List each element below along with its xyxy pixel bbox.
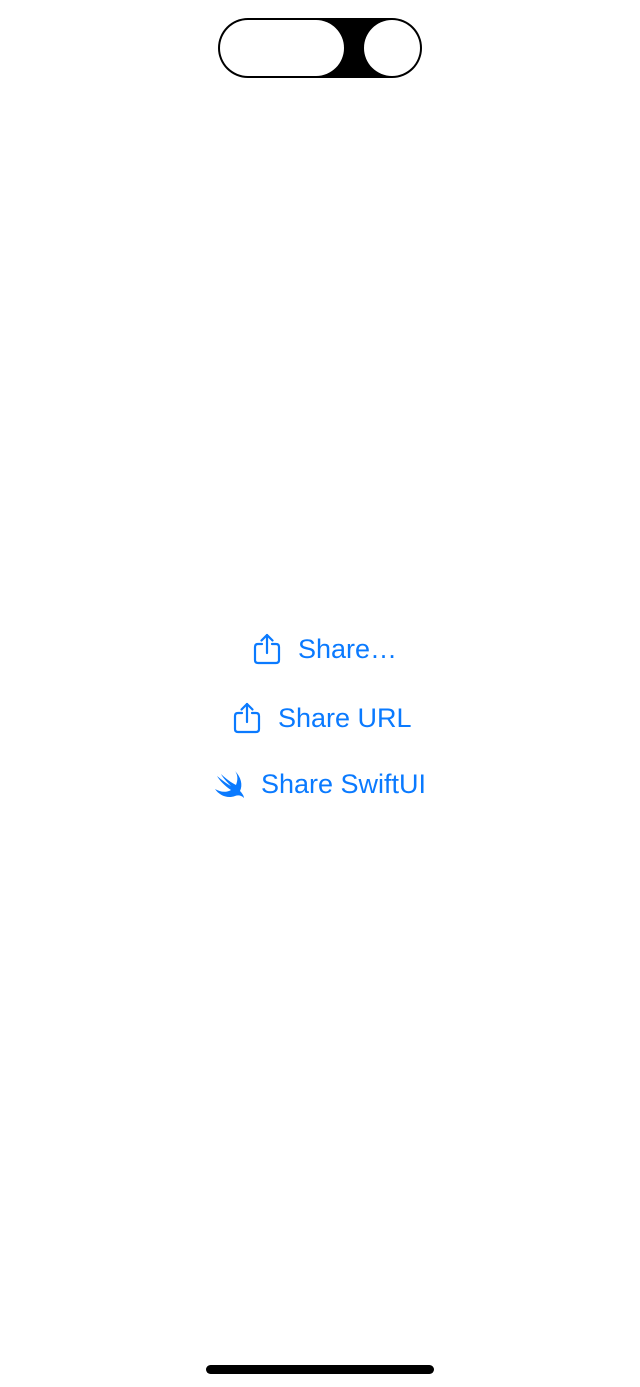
share-icon	[232, 701, 262, 735]
share-button[interactable]: Share…	[252, 632, 397, 666]
island-pill	[220, 20, 344, 76]
share-swiftui-button[interactable]: Share SwiftUI	[213, 767, 426, 801]
island-camera	[364, 20, 420, 76]
share-url-label: Share URL	[278, 703, 412, 733]
swift-icon	[213, 767, 247, 801]
share-icon	[252, 632, 282, 666]
share-url-button[interactable]: Share URL	[232, 701, 412, 735]
dynamic-island	[218, 18, 422, 78]
share-swiftui-label: Share SwiftUI	[261, 769, 427, 799]
home-indicator[interactable]	[206, 1365, 434, 1374]
share-button-label: Share…	[298, 634, 398, 664]
